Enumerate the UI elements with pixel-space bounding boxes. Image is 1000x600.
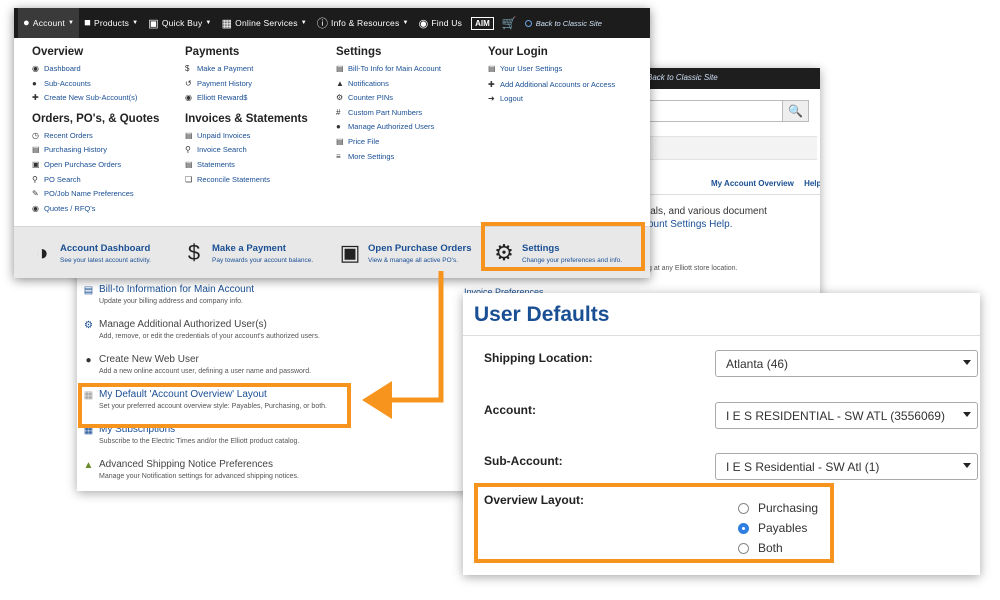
arrow-line — [378, 271, 444, 403]
callout-arrow — [362, 271, 444, 419]
arrow-head — [362, 381, 392, 419]
